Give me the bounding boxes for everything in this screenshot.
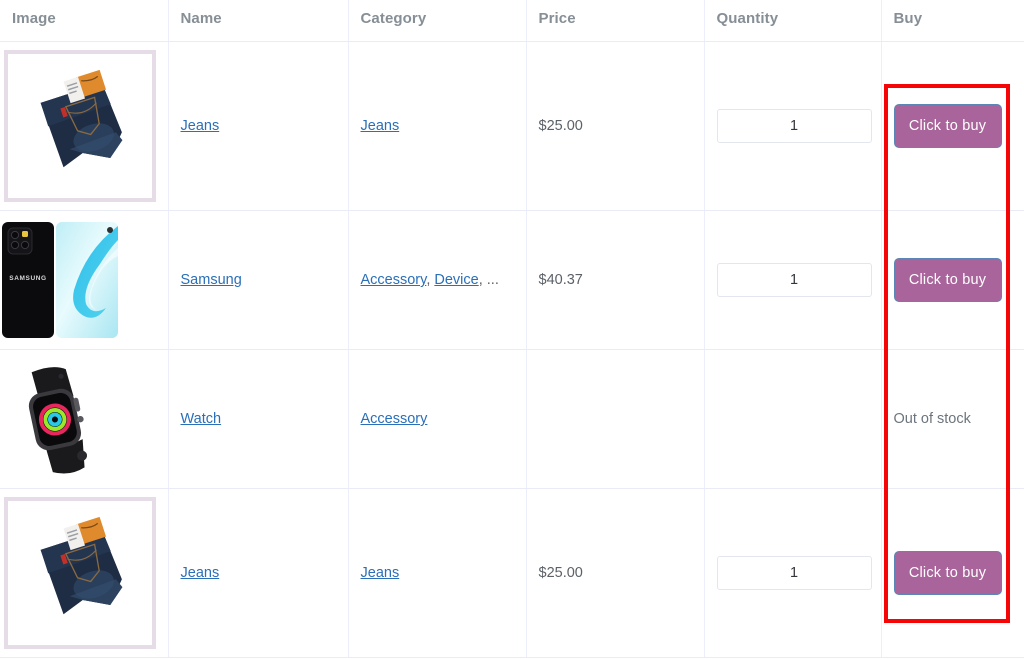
click-to-buy-button[interactable]: Click to buy [893,551,1002,595]
cell-buy: Click to buy [881,41,1024,211]
table-row: Watch Accessory Out of stock [0,349,1024,489]
buy-cell-inner: Click to buy [893,104,1013,148]
svg-text:SAMSUNG: SAMSUNG [9,275,46,282]
quantity-input[interactable] [716,109,872,143]
cell-quantity [704,349,882,489]
jeans-illustration [8,501,152,645]
cell-category: Jeans [348,41,527,211]
product-name-link[interactable]: Jeans [181,565,220,581]
product-table: Image Name Category Price Quantity Buy J… [0,0,1024,658]
category-link[interactable]: Device [434,272,478,288]
table-body: Jeans Jeans $25.00 Click to buy [0,41,1024,658]
cell-image [0,41,169,211]
samsung-phone-illustration: SAMSUNG [0,220,120,340]
cell-price: $40.37 [526,210,705,350]
table-row: SAMSUNG Samsung Accessory, Device, ... $… [0,210,1024,350]
table-row: Jeans Jeans $25.00 Click to buy [0,41,1024,211]
table-header: Image Name Category Price Quantity Buy [0,0,1024,42]
product-name-link[interactable]: Jeans [181,118,220,134]
category-more-indicator: , ... [478,272,499,288]
cell-buy: Out of stock [881,349,1024,489]
page-root: Image Name Category Price Quantity Buy J… [0,0,1024,659]
quantity-input[interactable] [716,263,872,297]
column-header-category: Category [348,0,527,42]
cell-category: Jeans [348,488,527,658]
category-link[interactable]: Accessory [361,411,428,427]
cell-category: Accessory [348,349,527,489]
cell-name: Jeans [168,488,349,658]
cell-quantity [704,41,882,211]
cell-buy: Click to buy [881,488,1024,658]
buy-cell-inner: Out of stock [894,411,1013,427]
samsung-image[interactable]: SAMSUNG [0,220,120,340]
product-name-link[interactable]: Watch [181,411,222,427]
table-row: Jeans Jeans $25.00 Click to buy [0,488,1024,658]
cell-quantity [704,210,882,350]
out-of-stock-label: Out of stock [893,411,971,427]
cell-buy: Click to buy [881,210,1024,350]
cell-price: $25.00 [526,41,705,211]
jeans-image[interactable] [4,497,156,649]
category-link[interactable]: Jeans [361,565,400,581]
cell-image [0,488,169,658]
column-header-price: Price [526,0,705,42]
category-link[interactable]: Jeans [361,118,400,134]
buy-cell-inner: Click to buy [893,551,1013,595]
table-header-row: Image Name Category Price Quantity Buy [0,0,1024,42]
column-header-name: Name [168,0,349,42]
column-header-quantity: Quantity [704,0,882,42]
click-to-buy-button[interactable]: Click to buy [893,258,1002,302]
cell-name: Watch [168,349,349,489]
category-link[interactable]: Accessory [361,272,427,288]
cell-image [0,349,169,489]
click-to-buy-button[interactable]: Click to buy [893,104,1002,148]
quantity-input[interactable] [716,556,872,590]
buy-cell-inner: Click to buy [893,258,1013,302]
jeans-image[interactable] [4,50,156,202]
cell-price [526,349,705,489]
column-header-image: Image [0,0,169,42]
cell-name: Jeans [168,41,349,211]
column-header-buy: Buy [881,0,1024,42]
price-value: $40.37 [538,272,583,288]
apple-watch-illustration [4,361,120,477]
cell-price: $25.00 [526,488,705,658]
product-name-link[interactable]: Samsung [181,272,242,288]
cell-category: Accessory, Device, ... [348,210,527,350]
cell-image: SAMSUNG [0,210,169,350]
cell-name: Samsung [168,210,349,350]
cell-quantity [704,488,882,658]
price-value: $25.00 [538,565,583,581]
jeans-illustration [8,54,152,198]
watch-image[interactable] [4,361,120,477]
price-value: $25.00 [538,118,583,134]
